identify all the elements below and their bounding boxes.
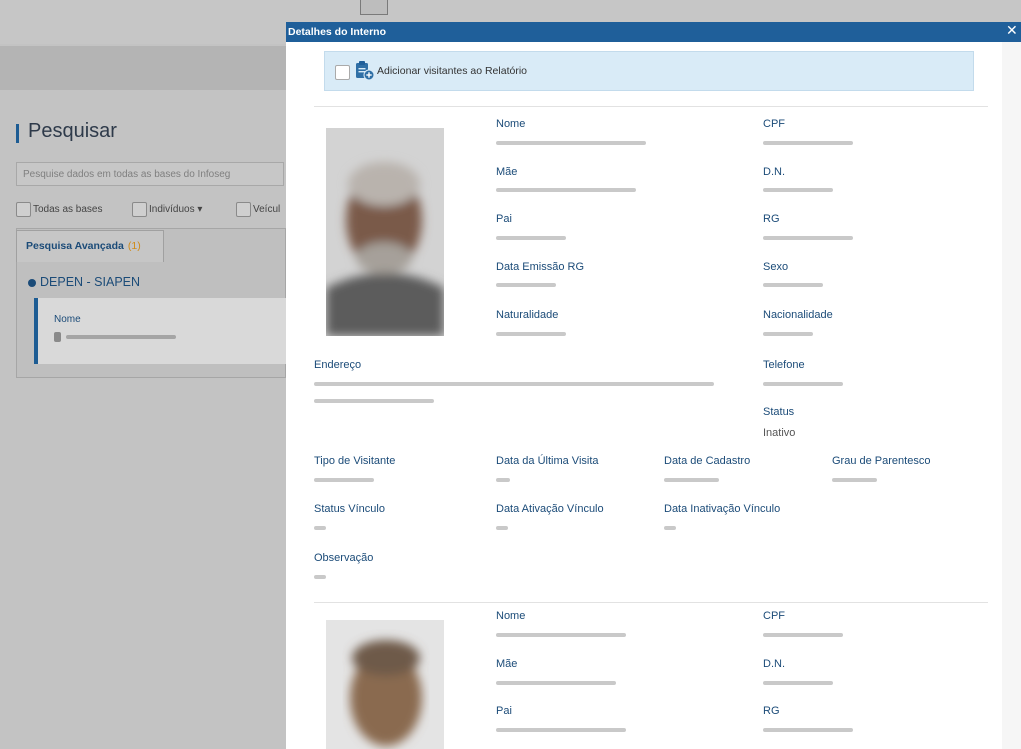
dropdown-caret-icon: ▾ (197, 204, 203, 216)
label-observation: Observação (314, 552, 374, 564)
search-input[interactable]: Pesquise dados em todas as bases do Info… (16, 162, 284, 186)
checkbox-individuals-label: Indivíduos (149, 204, 195, 216)
redacted-value (314, 526, 326, 530)
label-phone: Telefone (763, 359, 805, 371)
divider (314, 602, 988, 603)
label-kinship-degree: Grau de Parentesco (832, 455, 931, 467)
label-birth-date: D.N. (763, 166, 785, 178)
result-field-label: Nome (54, 314, 81, 325)
redacted-value (496, 681, 616, 685)
redacted-value (496, 141, 646, 145)
person-icon (54, 332, 61, 342)
label-link-deactivation-date: Data Inativação Vínculo (664, 503, 781, 515)
clipboard-add-icon (356, 61, 375, 81)
checkbox-all-bases[interactable]: Todas as bases (16, 202, 103, 217)
redacted-value (496, 633, 626, 637)
visitor-photo-image (326, 620, 444, 749)
label-birthplace: Naturalidade (496, 309, 559, 321)
tab-count-badge: (1) (127, 240, 141, 252)
label-link-activation-date: Data Ativação Vínculo (496, 503, 604, 515)
top-toolbar-icon (360, 0, 388, 15)
add-visitors-bar[interactable]: Adicionar visitantes ao Relatório (324, 51, 974, 91)
label-visitor-type: Tipo de Visitante (314, 455, 396, 467)
redacted-value (314, 478, 374, 482)
checkbox-vehicles[interactable]: Veícul (236, 202, 280, 217)
label-birth-date: D.N. (763, 658, 785, 670)
redacted-value (763, 332, 813, 336)
add-visitors-label: Adicionar visitantes ao Relatório (377, 65, 527, 77)
redacted-value (664, 478, 719, 482)
label-cpf: CPF (763, 118, 785, 130)
checkbox-box[interactable] (236, 202, 251, 217)
label-mother: Mãe (496, 166, 518, 178)
redacted-value (763, 188, 833, 192)
redacted-value (314, 575, 326, 579)
redacted-value (314, 382, 714, 386)
tab-advanced-search[interactable]: Pesquisa Avançada (1) (16, 230, 164, 262)
label-rg: RG (763, 705, 780, 717)
redacted-value (496, 188, 636, 192)
visitor-photo (326, 620, 444, 749)
status-value: Inativo (763, 427, 796, 439)
label-link-status: Status Vínculo (314, 503, 385, 515)
label-mother: Mãe (496, 658, 518, 670)
checkbox-individuals[interactable]: Indivíduos ▾ (132, 202, 202, 217)
checkbox-box[interactable] (16, 202, 31, 217)
label-name: Nome (496, 610, 526, 622)
checkbox-box[interactable] (132, 202, 147, 217)
redacted-value (496, 526, 508, 530)
redacted-value (763, 633, 843, 637)
redacted-value (763, 728, 853, 732)
label-status: Status (763, 406, 795, 418)
redacted-value (763, 382, 843, 386)
redacted-value (314, 399, 434, 403)
modal-header: Detalhes do Interno (286, 22, 1021, 42)
redacted-value (496, 332, 566, 336)
checkbox-all-bases-label: Todas as bases (33, 204, 103, 216)
redacted-value (496, 728, 626, 732)
visitor-photo-image (326, 128, 444, 336)
redacted-value (66, 335, 176, 339)
search-title-text: Pesquisar (28, 120, 117, 142)
redacted-value (763, 236, 853, 240)
redacted-value (496, 478, 510, 482)
close-icon[interactable]: ✕ (1006, 24, 1018, 38)
label-address: Endereço (314, 359, 362, 371)
label-name: Nome (496, 118, 526, 130)
scrollbar[interactable] (1002, 42, 1021, 749)
search-title: Pesquisar (16, 120, 117, 143)
redacted-value (832, 478, 877, 482)
checkbox-vehicles-label: Veícul (253, 204, 281, 216)
divider (314, 106, 988, 107)
redacted-value (496, 236, 566, 240)
label-father: Pai (496, 213, 512, 225)
tab-advanced-search-label: Pesquisa Avançada (26, 240, 124, 252)
label-rg-issue-date: Data Emissão RG (496, 261, 585, 273)
redacted-value (664, 526, 676, 530)
visitor-photo (326, 128, 444, 336)
label-nationality: Nacionalidade (763, 309, 833, 321)
label-registration-date: Data de Cadastro (664, 455, 751, 467)
source-label: DEPEN - SIAPEN (40, 275, 141, 289)
redacted-value (763, 141, 853, 145)
label-cpf: CPF (763, 610, 785, 622)
add-visitors-checkbox[interactable] (335, 65, 350, 80)
modal-body[interactable]: Adicionar visitantes ao Relatório Nome C… (286, 42, 1021, 749)
source-depen-siapen[interactable]: DEPEN - SIAPEN (28, 275, 140, 289)
redacted-value (763, 681, 833, 685)
label-sex: Sexo (763, 261, 789, 273)
label-last-visit-date: Data da Última Visita (496, 455, 599, 467)
collapse-circle-icon[interactable] (28, 278, 36, 287)
result-card[interactable]: Nome (34, 298, 286, 364)
modal-title: Detalhes do Interno (288, 26, 387, 38)
label-father: Pai (496, 705, 512, 717)
label-rg: RG (763, 213, 780, 225)
redacted-value (763, 283, 823, 287)
details-modal: Detalhes do Interno Adicionar visitantes… (286, 22, 1021, 749)
redacted-value (496, 283, 556, 287)
